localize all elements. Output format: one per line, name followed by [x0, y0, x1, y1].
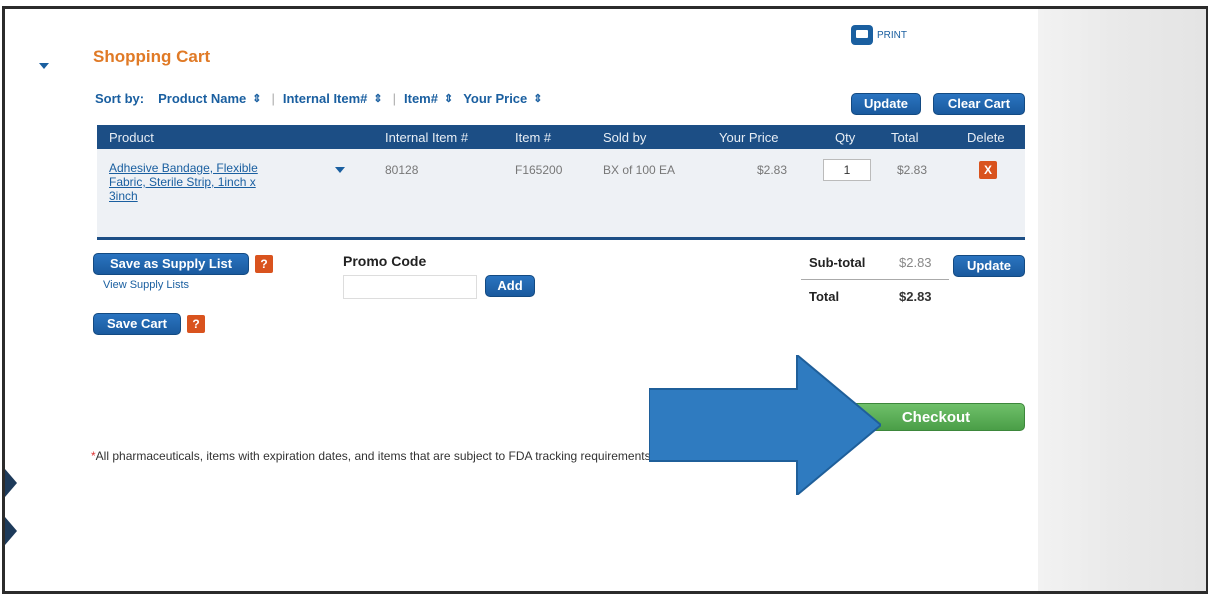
expand-row-icon[interactable]	[335, 167, 345, 173]
total-value: $2.83	[899, 289, 932, 304]
help-icon[interactable]: ?	[255, 255, 273, 273]
table-header: Product Internal Item # Item # Sold by Y…	[97, 125, 1025, 149]
sort-option-item[interactable]: Item#	[404, 91, 438, 106]
print-label: PRINT	[877, 29, 907, 41]
sold-by-value: BX of 100 EA	[603, 163, 676, 177]
item-number-value: F165200	[515, 163, 563, 177]
column-header-product: Product	[109, 129, 154, 145]
column-header-delete: Delete	[967, 129, 1005, 145]
left-arrow-icon	[5, 469, 17, 497]
internal-item-value: 80128	[385, 163, 419, 177]
view-supply-lists-link[interactable]: View Supply Lists	[103, 279, 189, 291]
column-header-total: Total	[891, 129, 919, 145]
price-value: $2.83	[757, 163, 788, 177]
table-row: Adhesive Bandage, Flexible Fabric, Steri…	[97, 149, 1025, 240]
pointer-arrow-icon	[649, 355, 881, 495]
sort-arrows-icon[interactable]: ⇕	[373, 92, 382, 105]
sort-arrows-icon[interactable]: ⇕	[252, 92, 261, 105]
subtotal-value: $2.83	[899, 255, 932, 270]
sort-bar: Sort by: Product Name ⇕ | Internal Item#…	[95, 91, 552, 106]
right-shade	[1038, 9, 1206, 591]
promo-add-button[interactable]: Add	[485, 275, 535, 297]
promo-code-label: Promo Code	[343, 253, 427, 269]
divider: |	[271, 91, 275, 106]
left-edge-marks	[5, 469, 21, 569]
summary-divider	[801, 279, 949, 280]
product-name-line: 3inch	[109, 189, 138, 203]
save-supply-list-button[interactable]: Save as Supply List	[93, 253, 249, 275]
clear-cart-button[interactable]: Clear Cart	[933, 93, 1025, 115]
column-header-sold-by: Sold by	[603, 129, 647, 145]
help-icon[interactable]: ?	[187, 315, 205, 333]
page-title: Shopping Cart	[93, 47, 211, 66]
save-cart-button[interactable]: Save Cart	[93, 313, 181, 335]
screenshot-frame: Shopping Cart PRINT Sort by: Product Nam…	[2, 6, 1208, 594]
print-button[interactable]: PRINT	[851, 25, 907, 45]
collapse-caret-icon[interactable]	[39, 63, 49, 69]
delete-button[interactable]: X	[979, 161, 997, 179]
sort-option-product-name[interactable]: Product Name	[158, 91, 246, 106]
product-link[interactable]: Adhesive Bandage, Flexible Fabric, Steri…	[109, 161, 305, 203]
column-header-internal-item: Internal Item #	[385, 129, 469, 145]
total-label: Total	[809, 289, 840, 304]
product-name-line: Fabric, Sterile Strip, 1inch x	[109, 175, 256, 189]
qty-input[interactable]: 1	[823, 159, 871, 181]
sort-option-internal-item[interactable]: Internal Item#	[283, 91, 368, 106]
divider: |	[392, 91, 397, 106]
sort-label: Sort by:	[95, 91, 145, 106]
sort-option-your-price[interactable]: Your Price	[463, 91, 527, 106]
promo-code-input[interactable]	[343, 275, 477, 299]
column-header-item: Item #	[515, 129, 552, 145]
product-name-line: Adhesive Bandage, Flexible	[109, 161, 258, 175]
column-header-your-price: Your Price	[719, 129, 779, 145]
sort-arrows-icon[interactable]: ⇕	[444, 92, 453, 105]
subtotal-label: Sub-total	[809, 255, 866, 270]
update-button[interactable]: Update	[851, 93, 921, 115]
column-header-qty: Qty	[835, 129, 856, 145]
cart-table: Product Internal Item # Item # Sold by Y…	[97, 125, 1025, 240]
sort-arrows-icon[interactable]: ⇕	[533, 92, 542, 105]
printer-icon	[851, 25, 873, 45]
left-arrow-icon	[5, 517, 17, 545]
row-total-value: $2.83	[897, 163, 928, 177]
summary-update-button[interactable]: Update	[953, 255, 1025, 277]
